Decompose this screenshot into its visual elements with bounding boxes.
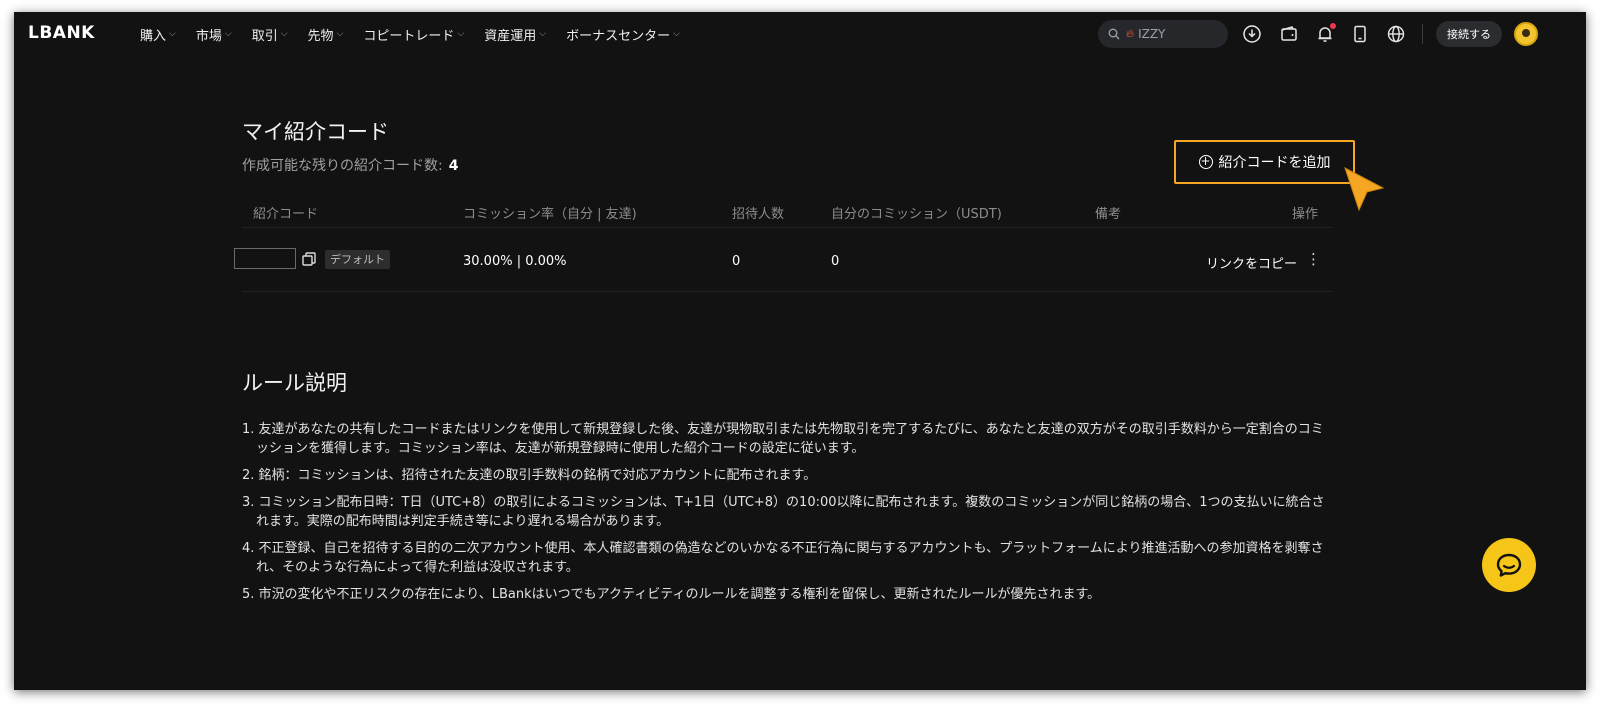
download-icon[interactable] (1240, 22, 1264, 46)
column-header-rate: コミッション率（自分 | 友達) (463, 207, 637, 222)
app-window: LBANK 購入 ⌵ 市場 ⌵ 取引 ⌵ 先物 ⌵ コピートレード ⌵ 資産運用 ⌵ ボーナ… (14, 12, 1586, 690)
header-divider (1422, 24, 1423, 44)
nav-item-copy-trade[interactable]: コピートレード ⌵ (363, 25, 464, 44)
copy-link-button[interactable]: リンクをコピー (1206, 253, 1297, 272)
rule-item: 3. コミッション配布日時：T日（UTC+8）の取引によるコミッションは、T+1… (242, 495, 1325, 529)
chevron-down-icon: ⌵ (457, 29, 465, 39)
fire-icon: 🔥︎ (1126, 27, 1135, 40)
nav-item-bonus-center[interactable]: ボーナスセンター ⌵ (566, 25, 680, 44)
lbank-logo[interactable]: LBANK (28, 23, 95, 43)
remaining-count: 4 (448, 158, 459, 174)
remaining-codes: 作成可能な残りの紹介コード数: 4 (242, 158, 459, 174)
globe-icon[interactable] (1384, 22, 1408, 46)
search-icon (1108, 28, 1120, 40)
rule-item: 1. 友達があなたの共有したコードまたはリンクを使用して新規登録した後、友達が現… (242, 422, 1324, 456)
column-header-invites: 招待人数 (732, 207, 785, 222)
mobile-icon[interactable] (1348, 22, 1372, 46)
chat-bubble-icon (1496, 553, 1522, 577)
my-commission-value: 0 (831, 254, 840, 269)
search-value: IZZY (1138, 27, 1166, 41)
chevron-down-icon: ⌵ (539, 29, 547, 39)
rules-list: 1. 友達があなたの共有したコードまたはリンクを使用して新規登録した後、友達が現… (242, 420, 1332, 612)
notification-dot (1330, 23, 1336, 29)
add-referral-code-button[interactable]: + 紹介コードを追加 (1174, 140, 1355, 184)
nav-item-futures[interactable]: 先物 ⌵ (308, 25, 344, 44)
chevron-down-icon: ⌵ (673, 29, 680, 39)
more-options-icon[interactable]: ⋮ (1306, 250, 1321, 268)
plus-circle-icon: + (1198, 154, 1213, 169)
default-badge: デフォルト (325, 250, 390, 269)
connect-button[interactable]: 接続する (1436, 21, 1502, 47)
rules-title: ルール説明 (242, 371, 347, 395)
nav-item-buy[interactable]: 購入 ⌵ (140, 25, 176, 44)
nav-item-earn[interactable]: 資産運用 ⌵ (484, 25, 546, 44)
table-header-divider (242, 227, 1332, 228)
chevron-down-icon: ⌵ (169, 29, 176, 39)
table-row-divider (242, 291, 1332, 292)
search-input[interactable]: 🔥︎ IZZY (1098, 20, 1228, 48)
avatar[interactable] (1514, 22, 1538, 46)
column-header-actions: 操作 (1292, 207, 1319, 222)
pointer-cursor-icon (1344, 166, 1385, 212)
chevron-down-icon: ⌵ (336, 29, 344, 39)
chevron-down-icon: ⌵ (280, 29, 288, 39)
rule-item: 4. 不正登録、自己を招待する目的の二次アカウント使用、本人確認書類の偽造などの… (242, 541, 1324, 575)
invites-count-value: 0 (732, 254, 741, 269)
rule-item: 2. 銘柄：コミッションは、招待された友達の取引手数料の銘柄で対応アカウントに配… (242, 468, 817, 483)
copy-icon[interactable] (301, 251, 317, 267)
nav-item-markets[interactable]: 市場 ⌵ (196, 25, 232, 44)
nav-item-trade[interactable]: 取引 ⌵ (252, 25, 288, 44)
rule-item: 5. 市況の変化や不正リスクの存在により、LBankはいつでもアクティビティのル… (242, 587, 1101, 602)
column-header-commission: 自分のコミッション（USDT) (831, 207, 1002, 222)
column-header-code: 紹介コード (253, 207, 319, 222)
top-navigation-bar: LBANK 購入 ⌵ 市場 ⌵ 取引 ⌵ 先物 ⌵ コピートレード ⌵ 資産運用 ⌵ ボーナ… (14, 12, 1586, 56)
bell-icon[interactable] (1313, 22, 1337, 46)
column-header-note: 備考 (1095, 207, 1122, 222)
wallet-icon[interactable] (1277, 22, 1301, 46)
commission-rate-value: 30.00% | 0.00% (463, 254, 567, 269)
referral-code-value (234, 248, 296, 269)
main-nav: 購入 ⌵ 市場 ⌵ 取引 ⌵ 先物 ⌵ コピートレード ⌵ 資産運用 ⌵ ボーナスセンター ⌵ (140, 12, 700, 56)
chevron-down-icon: ⌵ (224, 29, 232, 39)
page-title: マイ紹介コード (242, 120, 389, 144)
chat-support-button[interactable] (1482, 538, 1536, 592)
